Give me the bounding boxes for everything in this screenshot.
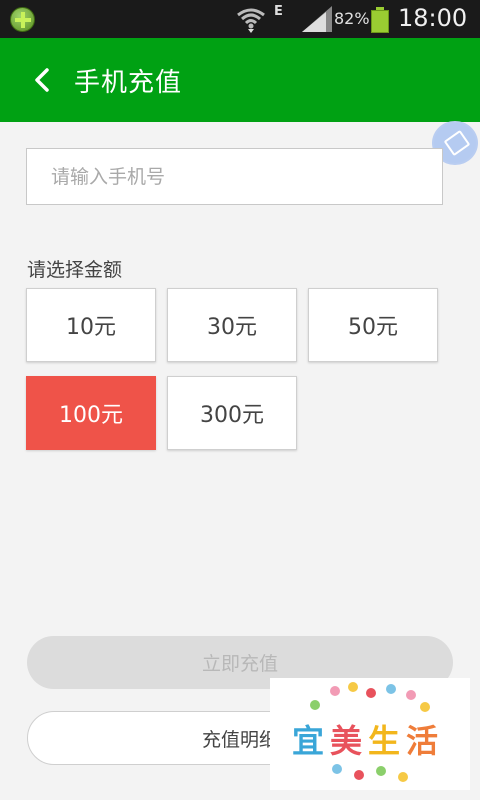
amount-section-label: 请选择金额	[27, 259, 123, 281]
app-notification-icon	[10, 7, 35, 32]
status-bar: E 82% 18:00	[0, 0, 480, 38]
amount-option-10[interactable]: 10元	[26, 288, 156, 362]
battery-percent: 82%	[334, 9, 370, 28]
chevron-left-icon[interactable]	[28, 64, 58, 96]
wifi-icon	[237, 8, 265, 33]
battery-icon	[371, 7, 389, 33]
amount-option-300[interactable]: 300元	[167, 376, 297, 450]
page-title: 手机充值	[74, 68, 183, 98]
title-bar: 手机充值	[0, 38, 480, 122]
phone-number-input[interactable]	[26, 148, 443, 205]
amount-option-100[interactable]: 100元	[26, 376, 156, 450]
signal-icon	[302, 6, 332, 32]
watermark-logo: 宜美生活	[270, 678, 470, 790]
network-type-label: E	[274, 4, 283, 19]
amount-option-30[interactable]: 30元	[167, 288, 297, 362]
clock: 18:00	[398, 4, 468, 32]
watermark-text: 宜美生活	[292, 722, 441, 760]
amount-option-50[interactable]: 50元	[308, 288, 438, 362]
